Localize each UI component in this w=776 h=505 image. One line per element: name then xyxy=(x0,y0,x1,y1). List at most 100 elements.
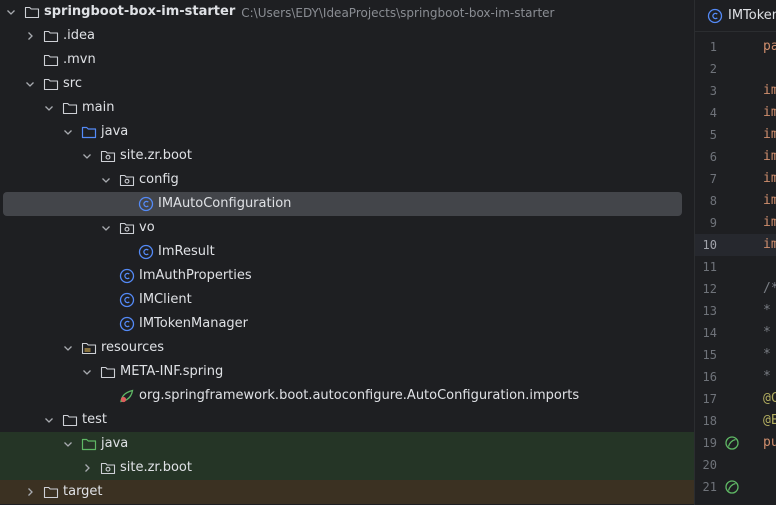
folder-icon xyxy=(100,364,116,380)
tree-item-resources[interactable]: resources xyxy=(0,336,694,360)
tree-item-test[interactable]: test xyxy=(0,408,694,432)
code-line[interactable]: 13 * xyxy=(695,300,776,322)
tree-item-label: springboot-box-im-starter xyxy=(44,4,236,19)
code-line[interactable]: 10 im xyxy=(695,234,776,256)
tree-item-label: main xyxy=(82,100,115,115)
code-text: /* xyxy=(763,281,776,296)
folder-icon xyxy=(62,412,78,428)
spring-bean-icon[interactable] xyxy=(724,479,740,495)
tree-item-mvn[interactable]: .mvn xyxy=(0,48,694,72)
class-icon xyxy=(119,292,135,308)
tree-item-label: .mvn xyxy=(63,52,96,67)
folder-icon xyxy=(24,4,40,20)
tree-item-java[interactable]: java xyxy=(0,432,694,456)
class-icon xyxy=(707,8,723,24)
tree-item-site-zr-boot[interactable]: site.zr.boot xyxy=(0,456,694,480)
code-line[interactable]: 4 im xyxy=(695,102,776,124)
editor-pane: IMToken 1 pa 2 3 im 4 im 5 im 6 im 7 im 8 im 9 im 10 im 11 1… xyxy=(694,0,776,505)
tree-item-target[interactable]: target xyxy=(0,480,694,504)
line-number: 2 xyxy=(709,62,717,76)
code-text: im xyxy=(763,215,776,230)
line-number: 20 xyxy=(702,458,717,472)
code-line[interactable]: 21 xyxy=(695,476,776,498)
chevron-down-icon[interactable] xyxy=(100,174,112,186)
chevron-down-icon[interactable] xyxy=(5,6,17,18)
code-text: * xyxy=(763,347,771,362)
code-line[interactable]: 6 im xyxy=(695,146,776,168)
chevron-right-icon[interactable] xyxy=(81,462,93,474)
tree-item-label: IMAutoConfiguration xyxy=(158,196,292,211)
code-line[interactable]: 12 /* xyxy=(695,278,776,300)
chevron-down-icon[interactable] xyxy=(62,126,74,138)
code-line[interactable]: 2 xyxy=(695,58,776,80)
chevron-down-icon[interactable] xyxy=(24,78,36,90)
tree-item-imclient[interactable]: IMClient xyxy=(0,288,694,312)
code-line[interactable]: 9 im xyxy=(695,212,776,234)
code-line[interactable]: 19 pu xyxy=(695,432,776,454)
resources-folder-icon xyxy=(81,340,97,356)
tree-item-java[interactable]: java xyxy=(0,120,694,144)
line-number: 10 xyxy=(702,238,717,252)
code-text: * xyxy=(763,369,771,384)
tree-item-meta-inf-spring[interactable]: META-INF.spring xyxy=(0,360,694,384)
selection-highlight xyxy=(3,192,682,216)
code-line[interactable]: 11 xyxy=(695,256,776,278)
code-line[interactable]: 8 im xyxy=(695,190,776,212)
tree-item-main[interactable]: main xyxy=(0,96,694,120)
code-line[interactable]: 17 @C xyxy=(695,388,776,410)
chevron-down-icon[interactable] xyxy=(43,102,55,114)
tree-item-label: org.springframework.boot.autoconfigure.A… xyxy=(139,388,580,403)
code-text: im xyxy=(763,149,776,164)
chevron-down-icon[interactable] xyxy=(81,150,93,162)
code-line[interactable]: 18 @E xyxy=(695,410,776,432)
package-icon xyxy=(119,172,135,188)
line-number: 11 xyxy=(702,260,717,274)
test-source-folder-icon xyxy=(81,436,97,452)
project-path: C:\Users\EDY\IdeaProjects\springboot-box… xyxy=(241,6,555,20)
class-icon xyxy=(138,196,154,212)
spring-bean-icon[interactable] xyxy=(724,435,740,451)
tree-item-label: java xyxy=(101,124,129,139)
tree-item-label: ImResult xyxy=(158,244,215,259)
tree-item-src[interactable]: src xyxy=(0,72,694,96)
tree-item-site-zr-boot[interactable]: site.zr.boot xyxy=(0,144,694,168)
package-icon xyxy=(100,460,116,476)
line-number: 5 xyxy=(709,128,717,142)
line-number: 17 xyxy=(702,392,717,406)
code-line[interactable]: 5 im xyxy=(695,124,776,146)
chevron-down-icon[interactable] xyxy=(62,342,74,354)
tree-item-vo[interactable]: vo xyxy=(0,216,694,240)
code-line[interactable]: 16 * xyxy=(695,366,776,388)
code-line[interactable]: 20 xyxy=(695,454,776,476)
code-text: @E xyxy=(763,413,776,428)
code-line[interactable]: 7 im xyxy=(695,168,776,190)
class-icon xyxy=(119,316,135,332)
code-line[interactable]: 15 * xyxy=(695,344,776,366)
chevron-down-icon[interactable] xyxy=(62,438,74,450)
line-number: 8 xyxy=(709,194,717,208)
tree-item-imtokenmanager[interactable]: IMTokenManager xyxy=(0,312,694,336)
chevron-down-icon[interactable] xyxy=(43,414,55,426)
chevron-down-icon[interactable] xyxy=(81,366,93,378)
tree-item-imauthproperties[interactable]: ImAuthProperties xyxy=(0,264,694,288)
code-text: im xyxy=(763,237,776,252)
line-number: 21 xyxy=(702,480,717,494)
editor-tab-label: IMToken xyxy=(728,8,776,23)
tree-item-org-springframework-boot-autoconfigure-autoconfiguration-imports[interactable]: org.springframework.boot.autoconfigure.A… xyxy=(0,384,694,408)
class-icon xyxy=(119,268,135,284)
code-text: im xyxy=(763,193,776,208)
chevron-down-icon[interactable] xyxy=(100,222,112,234)
tree-item-imautoconfiguration[interactable]: IMAutoConfiguration xyxy=(0,192,694,216)
tree-item-idea[interactable]: .idea xyxy=(0,24,694,48)
chevron-right-icon[interactable] xyxy=(24,30,36,42)
tree-item-imresult[interactable]: ImResult xyxy=(0,240,694,264)
tree-item-config[interactable]: config xyxy=(0,168,694,192)
folder-icon xyxy=(62,100,78,116)
code-line[interactable]: 14 * xyxy=(695,322,776,344)
code-text: im xyxy=(763,127,776,142)
folder-icon xyxy=(43,52,59,68)
chevron-right-icon[interactable] xyxy=(24,486,36,498)
code-line[interactable]: 3 im xyxy=(695,80,776,102)
editor-tab[interactable]: IMToken xyxy=(695,0,776,32)
code-line[interactable]: 1 pa xyxy=(695,36,776,58)
